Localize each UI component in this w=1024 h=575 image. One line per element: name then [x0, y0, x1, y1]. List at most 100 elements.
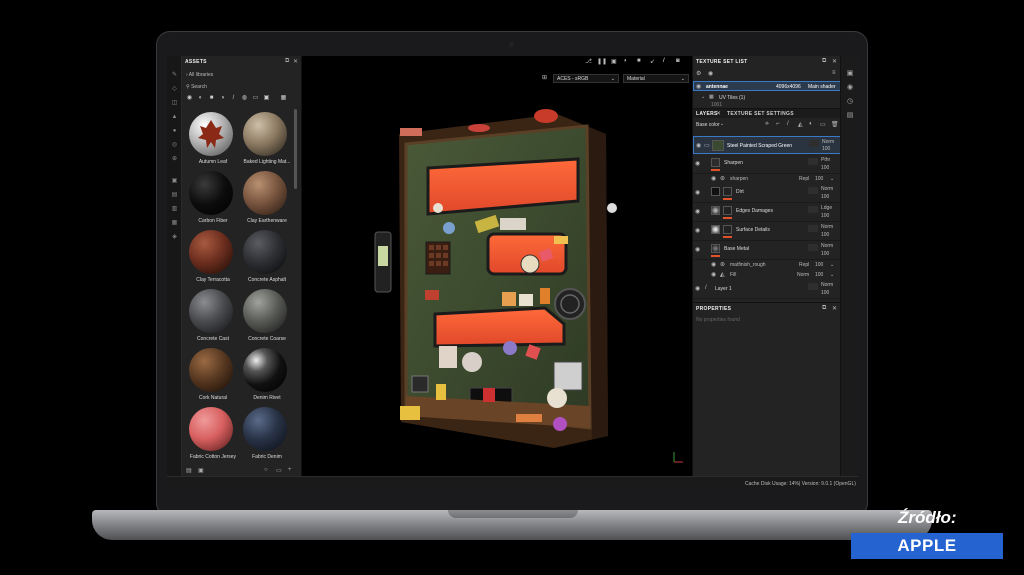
layer-blend[interactable]: Norm — [821, 186, 833, 192]
layer-row[interactable]: ◉ Dirt Norm 100 — [693, 184, 841, 203]
eye-icon[interactable]: ◉ — [696, 142, 701, 149]
assets-icon[interactable]: ▣ — [171, 178, 178, 184]
asset-item[interactable]: Concrete Cast — [186, 286, 236, 344]
asset-item[interactable]: Baked Lighting Mat... — [240, 109, 290, 167]
undock-icon[interactable]: ⧉ — [822, 305, 826, 312]
layer-opacity[interactable]: 100 — [821, 290, 829, 296]
asset-item[interactable]: Clay Earthenware — [240, 168, 290, 226]
asset-item[interactable]: Fabric Denim — [240, 404, 290, 462]
eye-icon[interactable]: ◉ — [695, 285, 700, 292]
add-folder-icon[interactable]: ▭ — [820, 121, 826, 128]
layer-row[interactable]: ◉ Surface Details Norm 100 — [693, 222, 841, 241]
library-selector[interactable]: › All libraries — [186, 72, 213, 78]
filter-masks-icon[interactable]: ◑ — [219, 95, 226, 102]
share-icon[interactable]: ◈ — [171, 234, 178, 240]
delete-icon[interactable]: 🗑 — [831, 121, 839, 128]
layer-row[interactable]: ◉ Sharpen Pthr 100 — [693, 155, 841, 174]
filter-environments-icon[interactable]: ▭ — [252, 95, 259, 102]
asset-item[interactable]: Carbon Fiber — [186, 168, 236, 226]
filter-materials-icon[interactable]: ◉ — [186, 95, 193, 102]
add-icon[interactable]: + — [288, 467, 292, 473]
layer-blend[interactable]: Norm — [821, 224, 833, 230]
layer-blend[interactable]: Repl — [799, 176, 809, 182]
menu-icon[interactable]: ≡ — [832, 70, 836, 76]
polygon-fill-icon[interactable]: ▲ — [171, 114, 178, 120]
asset-item[interactable]: Autumn Leaf — [186, 109, 236, 167]
add-fill-icon[interactable]: ◭ — [798, 121, 803, 128]
uv-tiles-row[interactable]: ⌄ ▦ UV Tiles (1) — [693, 93, 841, 102]
add-effect-icon[interactable]: ⟡ — [765, 121, 769, 128]
new-folder-icon[interactable]: ▭ — [276, 467, 282, 474]
close-icon[interactable]: ✕ — [832, 305, 837, 312]
layer-opacity[interactable]: 100 — [815, 272, 823, 278]
layer-opacity[interactable]: 100 — [821, 251, 829, 257]
layer-opacity[interactable]: 100 — [821, 213, 829, 219]
layer-row[interactable]: ◉ Base Metal Norm 100 — [693, 241, 841, 260]
sub-layer-row[interactable]: ◉ ◭ Fill Norm 100 ⌄ — [693, 270, 841, 279]
filter-brushes-icon[interactable]: / — [230, 95, 237, 102]
mask-slot[interactable] — [808, 244, 818, 251]
clone-icon[interactable]: ◎ — [171, 142, 178, 148]
layer-row[interactable]: ◉ Edges Damages Ldge 100 — [693, 203, 841, 222]
layer-blend[interactable]: Pthr — [821, 157, 830, 163]
3d-viewport[interactable]: ⎇ ❚❚ ▣ ◐ ■ ↙ / ◙ ⊞ ACES - sRGB ⌄ Material… — [302, 56, 692, 476]
document-icon[interactable]: ▦ — [171, 220, 178, 226]
close-icon[interactable]: ✕ — [832, 58, 837, 65]
layer-row[interactable]: ◉ ▭ Steel Painted Scraped Green Norm 100 — [693, 136, 841, 154]
layers-icon[interactable]: ▤ — [171, 192, 178, 198]
circle-icon[interactable]: ○ — [264, 467, 268, 473]
bake-icon[interactable]: ▥ — [171, 206, 178, 212]
picker-icon[interactable]: ⊕ — [171, 156, 178, 162]
display-settings-icon[interactable]: ◉ — [846, 84, 854, 92]
layer-opacity[interactable]: 100 — [821, 232, 829, 238]
undock-icon[interactable]: ⧉ — [822, 58, 826, 65]
layer-blend[interactable]: Norm — [822, 139, 834, 145]
layer-opacity[interactable]: 100 — [822, 146, 830, 152]
eye-icon[interactable]: ◉ — [711, 175, 716, 182]
add-brush-icon[interactable]: / — [787, 121, 789, 127]
assets-scrollbar[interactable] — [294, 109, 297, 189]
eye-icon[interactable]: ◉ — [696, 83, 701, 90]
asset-item[interactable]: Clay Terracotta — [186, 227, 236, 285]
mask-slot[interactable] — [808, 206, 818, 213]
sub-layer-row[interactable]: ◉ ⊛ sharpen Repl 100 ⌄ — [693, 174, 841, 183]
close-icon[interactable]: ✕ — [293, 58, 298, 65]
paint-brush-icon[interactable]: ✎ — [171, 72, 178, 78]
layer-blend[interactable]: Norm — [797, 272, 809, 278]
layer-row[interactable]: ◉ / Layer 1 Norm 100 — [693, 280, 841, 299]
layer-blend[interactable]: Repl — [799, 262, 809, 268]
asset-item[interactable]: Concrete Asphalt — [240, 227, 290, 285]
eye-icon[interactable]: ◉ — [708, 70, 713, 77]
mask-slot[interactable] — [809, 140, 819, 147]
asset-item[interactable]: Denim Rivet — [240, 345, 290, 403]
filter-smart-materials-icon[interactable]: ◐ — [197, 95, 204, 102]
filter-textures-icon[interactable]: ■ — [208, 95, 215, 102]
texture-set-tools-icon[interactable]: ⚙ — [696, 70, 701, 77]
filter-filters-icon[interactable]: ▣ — [263, 95, 270, 102]
texture-set-icon[interactable]: ▣ — [846, 70, 854, 78]
asset-item[interactable]: Fabric Cotton Jersey — [186, 404, 236, 462]
layer-blend[interactable]: Norm — [821, 243, 833, 249]
smudge-icon[interactable]: ● — [171, 128, 178, 134]
texture-set-row[interactable]: ◉ antennae 4096x4096 Main shader — [693, 81, 841, 91]
folder-icon[interactable]: ▣ — [198, 467, 204, 474]
tab-texture-set-settings[interactable]: TEXTURE SET SETTINGS — [727, 111, 794, 117]
filter-particles-icon[interactable]: ◍ — [241, 95, 248, 102]
eye-icon[interactable]: ◉ — [711, 271, 716, 278]
layer-blend[interactable]: Norm — [821, 282, 833, 288]
eye-icon[interactable]: ◉ — [695, 227, 700, 234]
grid-view-icon[interactable]: ▦ — [280, 95, 287, 102]
channel-select[interactable]: Base color — [696, 122, 720, 128]
history-icon[interactable]: ◷ — [846, 98, 854, 106]
add-paint-icon[interactable]: ⌐ — [776, 121, 780, 127]
undock-icon[interactable]: ⧉ — [285, 58, 289, 65]
eye-icon[interactable]: ◉ — [711, 261, 716, 268]
layer-opacity[interactable]: 100 — [821, 165, 829, 171]
asset-item[interactable]: Cork Natural — [186, 345, 236, 403]
log-icon[interactable]: ▤ — [846, 112, 854, 120]
mask-slot[interactable] — [808, 225, 818, 232]
eye-icon[interactable]: ◉ — [695, 160, 700, 167]
mask-slot[interactable] — [808, 187, 818, 194]
eye-icon[interactable]: ◉ — [695, 189, 700, 196]
mask-slot[interactable] — [808, 158, 818, 165]
